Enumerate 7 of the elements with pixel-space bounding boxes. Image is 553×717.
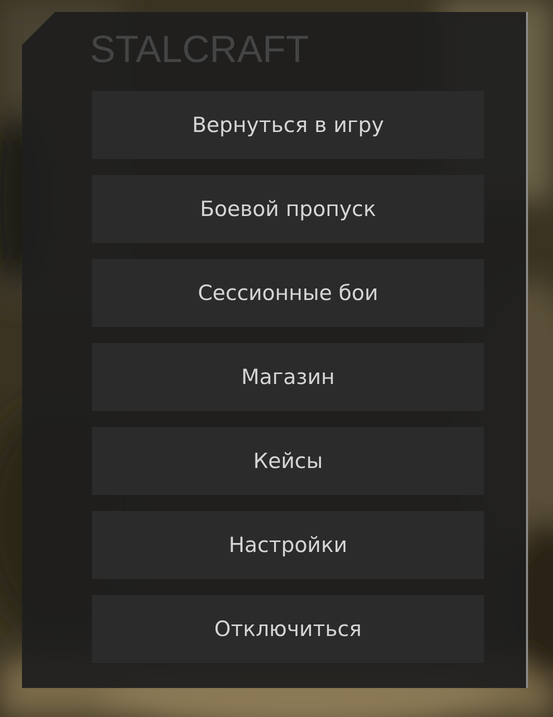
menu-button[interactable]: Сессионные бои (92, 259, 484, 327)
menu-button[interactable]: Боевой пропуск (92, 175, 484, 243)
menu-button[interactable]: Магазин (92, 343, 484, 411)
menu-button[interactable]: Настройки (92, 511, 484, 579)
menu-button[interactable]: Отключиться (92, 595, 484, 663)
menu-button[interactable]: Кейсы (92, 427, 484, 495)
menu-button[interactable]: Вернуться в игру (92, 91, 484, 159)
